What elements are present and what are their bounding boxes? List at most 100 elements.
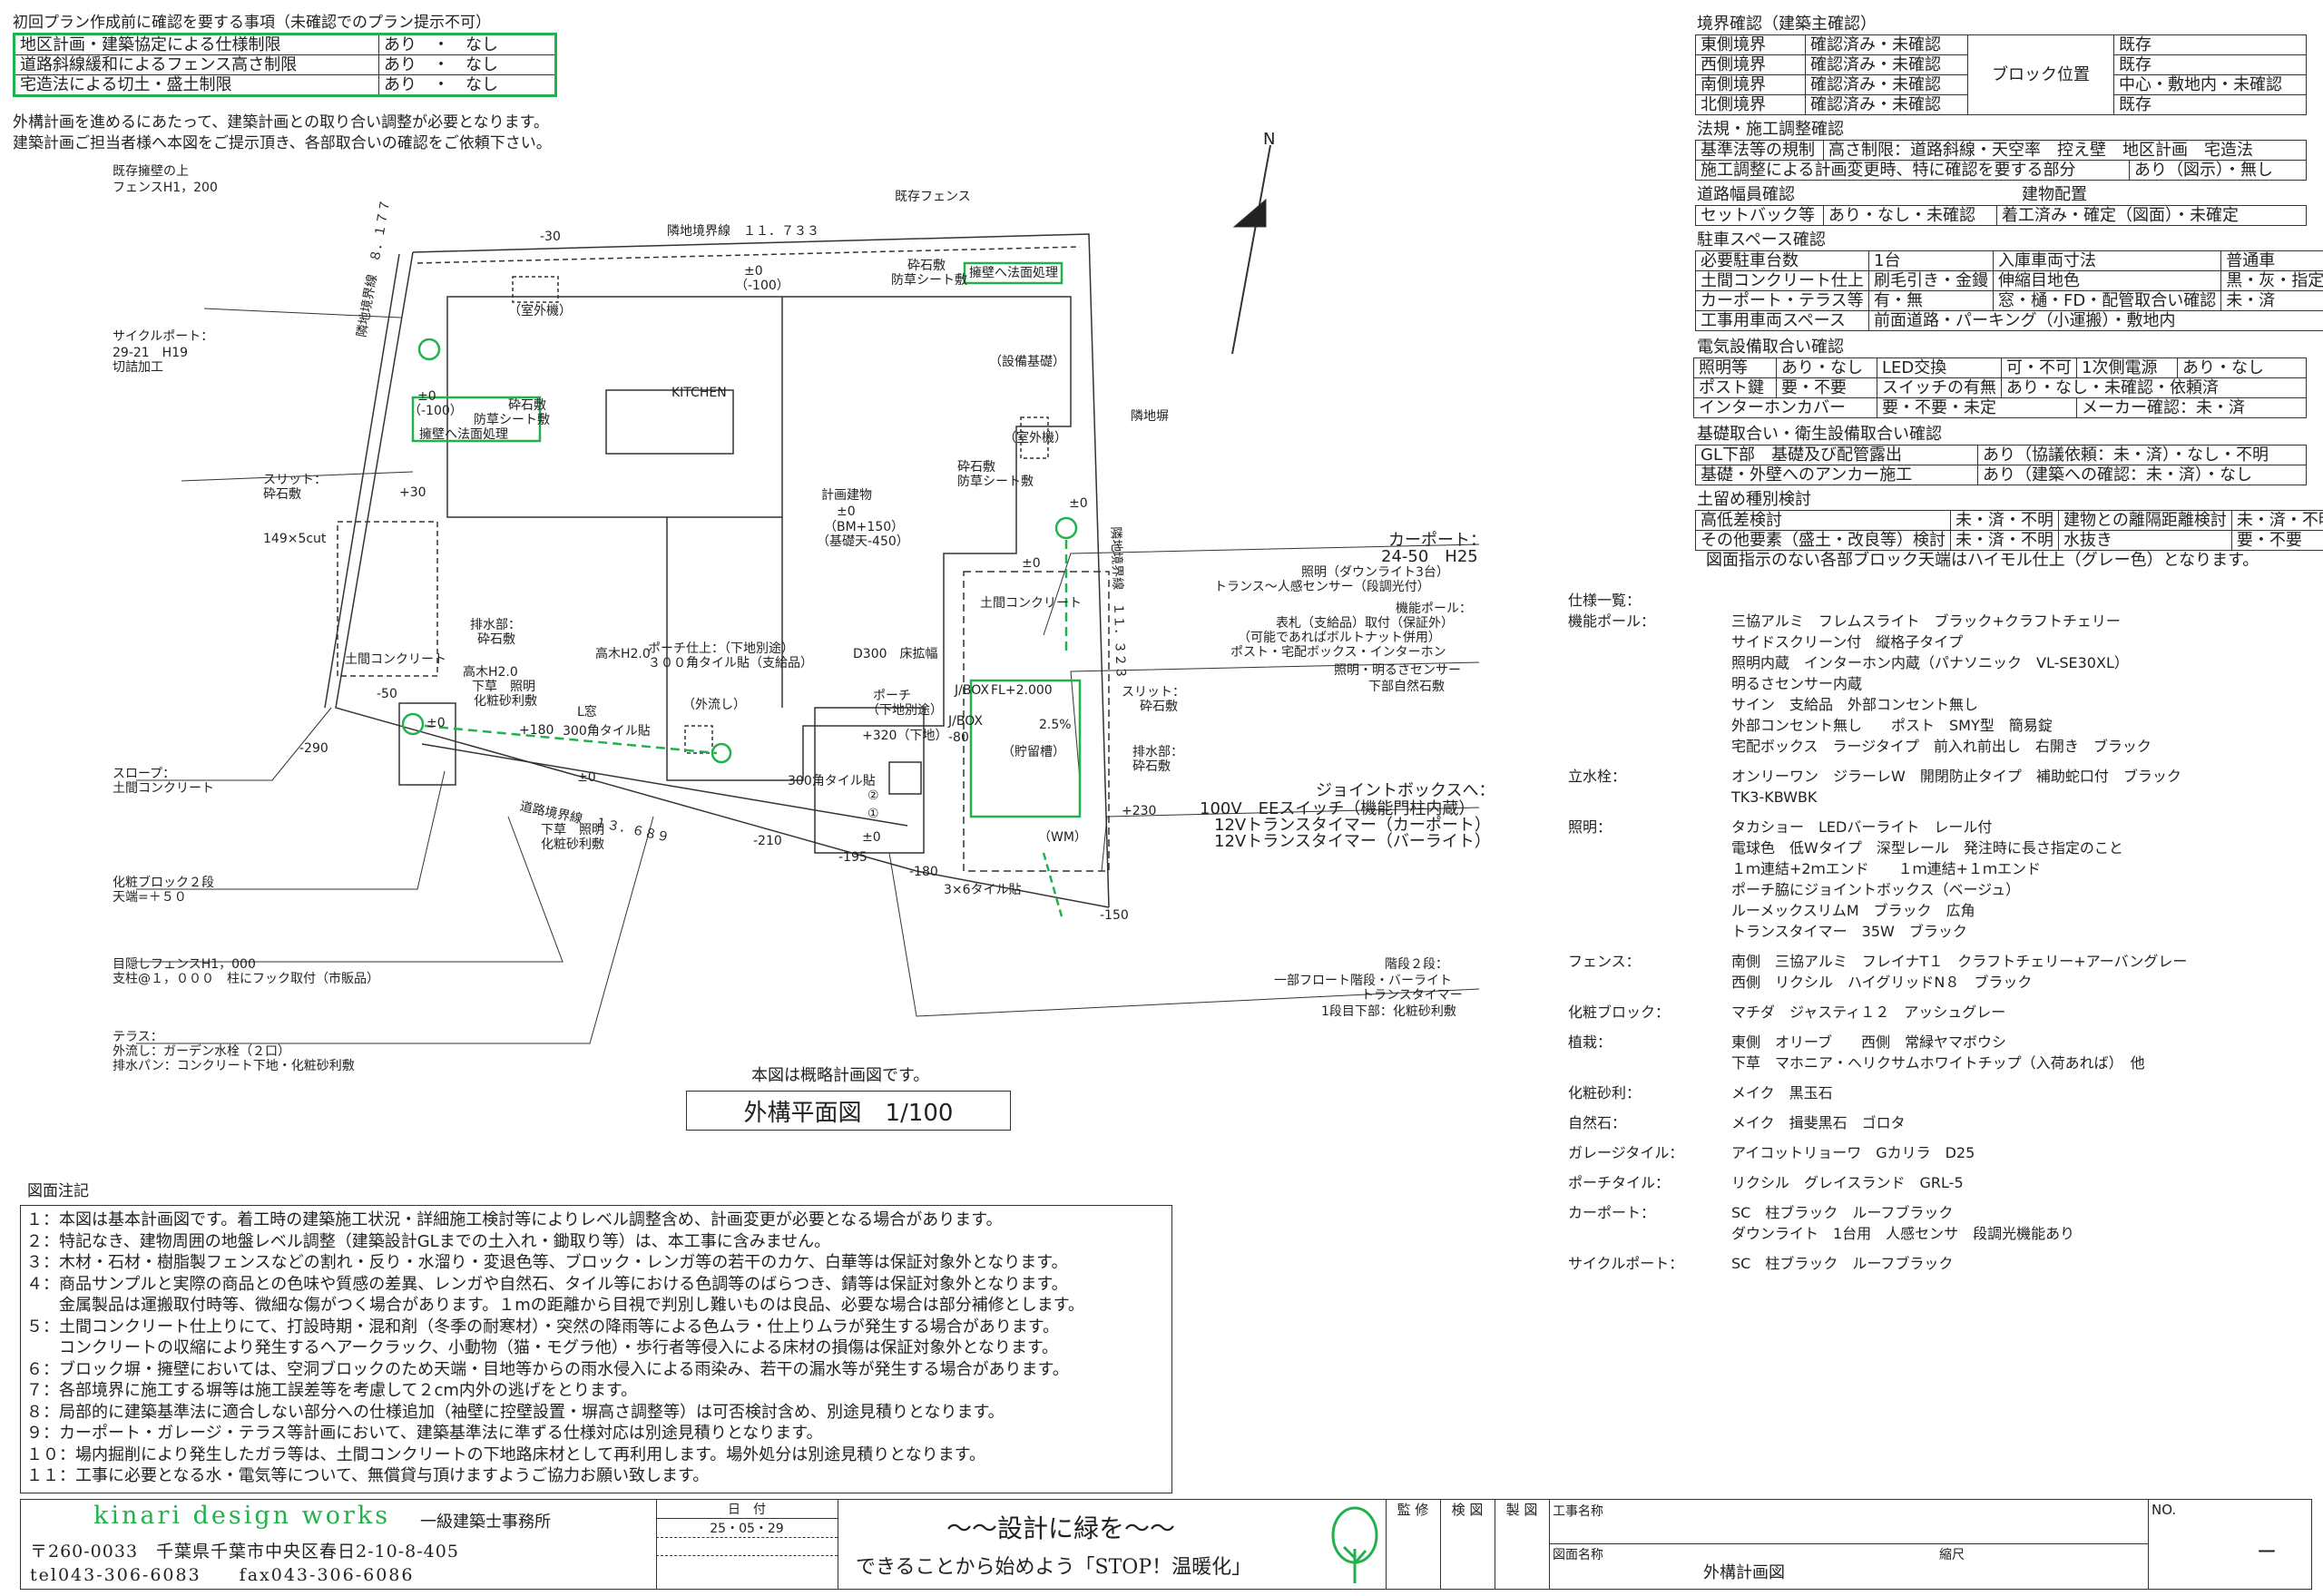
spec-row: 機能ポール： 三協アルミ フレムスライト ブラック+クラフトチェリー <box>1568 611 2187 632</box>
cell: あり・なし・未確認 <box>1823 205 1997 226</box>
building-outline <box>446 296 1072 781</box>
spec-title-text: 仕様一覧： <box>1568 592 1642 609</box>
cell: 西側境界 <box>1695 54 1806 75</box>
spec-value: 東側 オリーブ 西側 常緑ヤマボウシ <box>1731 1033 2007 1051</box>
cell: 中心・敷地内・未確認 <box>2113 74 2307 95</box>
sink-box <box>684 725 713 754</box>
check-value: あり ・ なし <box>378 74 556 96</box>
top-check-title: 初回プラン作成前に確認を要する事項（未確認でのプラン提示不可） <box>13 14 491 32</box>
cell: 1台 <box>1868 250 1994 271</box>
label-circ2: ② <box>867 788 879 803</box>
notes-box: １：本図は基本計画図です。着工時の建築施工状況・詳細施工検討等によりレベル調整含… <box>20 1205 1172 1493</box>
spec-value: 外部コンセント無し ポスト SMY型 簡易錠 <box>1731 717 2053 734</box>
no-value: ー <box>2257 1542 2278 1564</box>
spec-row: サイクルポート： SC 柱ブラック ルーフブラック <box>1568 1253 2187 1274</box>
label-neighbor-wall: 隣地塀 <box>1131 409 1169 424</box>
slogan-cell: ～～設計に緑を～～ できることから始めよう「STOP！温暖化」 <box>838 1500 1387 1589</box>
cell: 要・不要 <box>1776 377 1877 398</box>
spec-value: TK3-KBWBK <box>1731 788 1818 806</box>
label-gravel-sheet2: 防草シート敷 <box>891 273 967 288</box>
spec-key <box>1568 787 1731 808</box>
spec-key: 植栽： <box>1568 1033 1612 1051</box>
cell: 確認済み・未確認 <box>1805 74 1968 95</box>
retaining-table: 高低差検討未・済・不明建物との離隔距離検討未・済・不明 その他要素（盛土・改良等… <box>1695 510 2323 551</box>
label-d300: D300 床拡幅 <box>853 647 938 661</box>
cell: 1次側電源 <box>2076 357 2178 378</box>
check-value: あり ・ なし <box>378 34 556 55</box>
label-existing-fence: 既存フェンス <box>895 190 971 204</box>
label-neighbor-line: 隣地境界線 １１．７３３ <box>667 224 819 239</box>
spec-key: カーポート： <box>1568 1204 1656 1221</box>
spec-title: 仕様一覧： <box>1568 590 2187 611</box>
label-slit-e2: 砕石敷 <box>1140 700 1178 714</box>
label-fence-h: フェンスH1，200 <box>113 181 218 195</box>
spec-value: メイク 黒玉石 <box>1731 1084 1833 1102</box>
spec-row: TK3-KBWBK <box>1568 787 2187 808</box>
spec-value: トランスタイマー 35W ブラック <box>1731 923 1967 940</box>
level: ±0 <box>1022 556 1041 571</box>
cell: 入庫車両寸法 <box>1992 250 2222 271</box>
spec-key <box>1568 900 1731 921</box>
cell: 要・不要 <box>2230 530 2323 551</box>
spec-value: リクシル グレイスランド GRL-5 <box>1731 1174 1964 1191</box>
spec-value: サイドスクリーン付 縦格子タイプ <box>1731 633 1964 651</box>
spec-key: 機能ポール： <box>1568 612 1656 630</box>
level: （-100） <box>735 279 789 293</box>
spec-value: マチダ ジャスティ１２ アッシュグレー <box>1731 1004 2006 1021</box>
cell: 前面道路・パーキング（小運搬）・敷地内 <box>1867 310 2323 331</box>
cell: ブロック位置 <box>1967 34 2114 115</box>
spec-row: ルーメックスリムM ブラック 広角 <box>1568 900 2187 921</box>
stamp-cells: 監 修 検 図 製 図 <box>1386 1500 1550 1589</box>
spec-value: アイコットリョーワ Gカリラ D25 <box>1731 1144 1975 1161</box>
level: -80 <box>948 730 969 745</box>
label-joint4: 12Vトランスタイマー（バーライト） <box>1214 832 1491 851</box>
spec-value: メイク 揖斐黒石 ゴロタ <box>1731 1114 1906 1131</box>
label-existing-wall: 既存擁壁の上 <box>113 164 189 179</box>
retaining-footnote: 図面指示のない各部ブロック天端はハイモル仕上（グレー色）となります。 <box>1706 551 2259 570</box>
cell: 基礎・外壁へのアンカー施工 <box>1695 465 1978 485</box>
spec-row: フェンス： 南側 三協アルミ フレイナT１ クラフトチェリー+アーバングレー <box>1568 951 2187 972</box>
spec-value: タカショー LEDバーライト レール付 <box>1731 818 1993 836</box>
road-title: 道路幅員確認 <box>1697 185 1795 204</box>
spec-row: 電球色 低Wタイプ 深型レール 発注時に長さ指定のこと <box>1568 837 2187 858</box>
spec-value: 明るさセンサー内蔵 <box>1731 675 1863 692</box>
foundation-table: GL下部 基礎及び配管露出 あり（協議依頼：未・済）・なし・不明 基礎・外壁へのア… <box>1695 445 2307 485</box>
cell: ポスト鍵 <box>1693 377 1777 398</box>
cell: 窓・樋・FD・配管取合い確認 <box>1992 290 2222 311</box>
level: -50 <box>377 687 397 701</box>
scale-label: 縮尺 <box>1939 1548 1965 1562</box>
spec-key: ガレージタイル： <box>1568 1144 1684 1161</box>
cell: GL下部 基礎及び配管露出 <box>1695 445 1978 465</box>
spec-value: 下草 マホニア・ヘリクサムホワイトチップ（入荷あれば） 他 <box>1731 1054 2145 1072</box>
slogan1: ～～設計に緑を～～ <box>946 1513 1176 1543</box>
cell: 工事用車両スペース <box>1695 310 1869 331</box>
electric-table: 照明等 あり・なし LED交換 可・不可 1次側電源 あり・なし ポスト鍵 要・不要 スイッチ… <box>1693 357 2307 418</box>
cell: 未・済 <box>2220 290 2323 311</box>
spec-key: ポーチタイル： <box>1568 1174 1671 1191</box>
label-concrete2: 土間コンクリート <box>345 652 446 667</box>
spec-key <box>1568 858 1731 879</box>
cell: 建物との離隔距離検討 <box>2058 510 2232 531</box>
label-porch2: （下地別途） <box>867 703 943 718</box>
spec-value: 三協アルミ フレムスライト ブラック+クラフトチェリー <box>1731 612 2121 630</box>
drawing-name-label: 図面名称 <box>1553 1548 1603 1562</box>
law-table: 基準法等の規制 高さ制限：道路斜線・天空率 控え壁 地区計画 宅造法 施工調整によ… <box>1695 140 2307 181</box>
cell: 照明等 <box>1693 357 1777 378</box>
spec-key: フェンス： <box>1568 953 1641 970</box>
spec-key <box>1568 632 1731 652</box>
note-line: ７：各部境界に施工する塀等は施工誤差等を考慮して２cm内外の逃げをとります。 <box>26 1381 638 1400</box>
spec-value: 南側 三協アルミ フレイナT１ クラフトチェリー+アーバングレー <box>1731 953 2188 970</box>
road-table: セットバック等 あり・なし・未確認 着工済み・確定（図面）・未確定 <box>1695 205 2307 226</box>
cell: 未・済・不明 <box>1950 510 2059 531</box>
label-storage: （貯留槽） <box>1002 745 1065 759</box>
spec-row: 西側 リクシル ハイグリッドN８ ブラック <box>1568 972 2187 993</box>
label-jbox: J/BOX <box>955 683 989 698</box>
spec-row: ダウンライト 1台用 人感センサ 段調光機能あり <box>1568 1223 2187 1244</box>
level: +180 <box>519 723 554 738</box>
level: ±0 <box>577 770 596 785</box>
label-fl: FL+2.000 <box>991 683 1053 698</box>
notes-lines: １：本図は基本計画図です。着工時の建築施工状況・詳細施工検討等によりレベル調整含… <box>26 1209 1166 1487</box>
cell: 南側境界 <box>1695 74 1806 95</box>
label-sink: （外流し） <box>682 698 746 712</box>
level: +230 <box>1122 804 1157 818</box>
